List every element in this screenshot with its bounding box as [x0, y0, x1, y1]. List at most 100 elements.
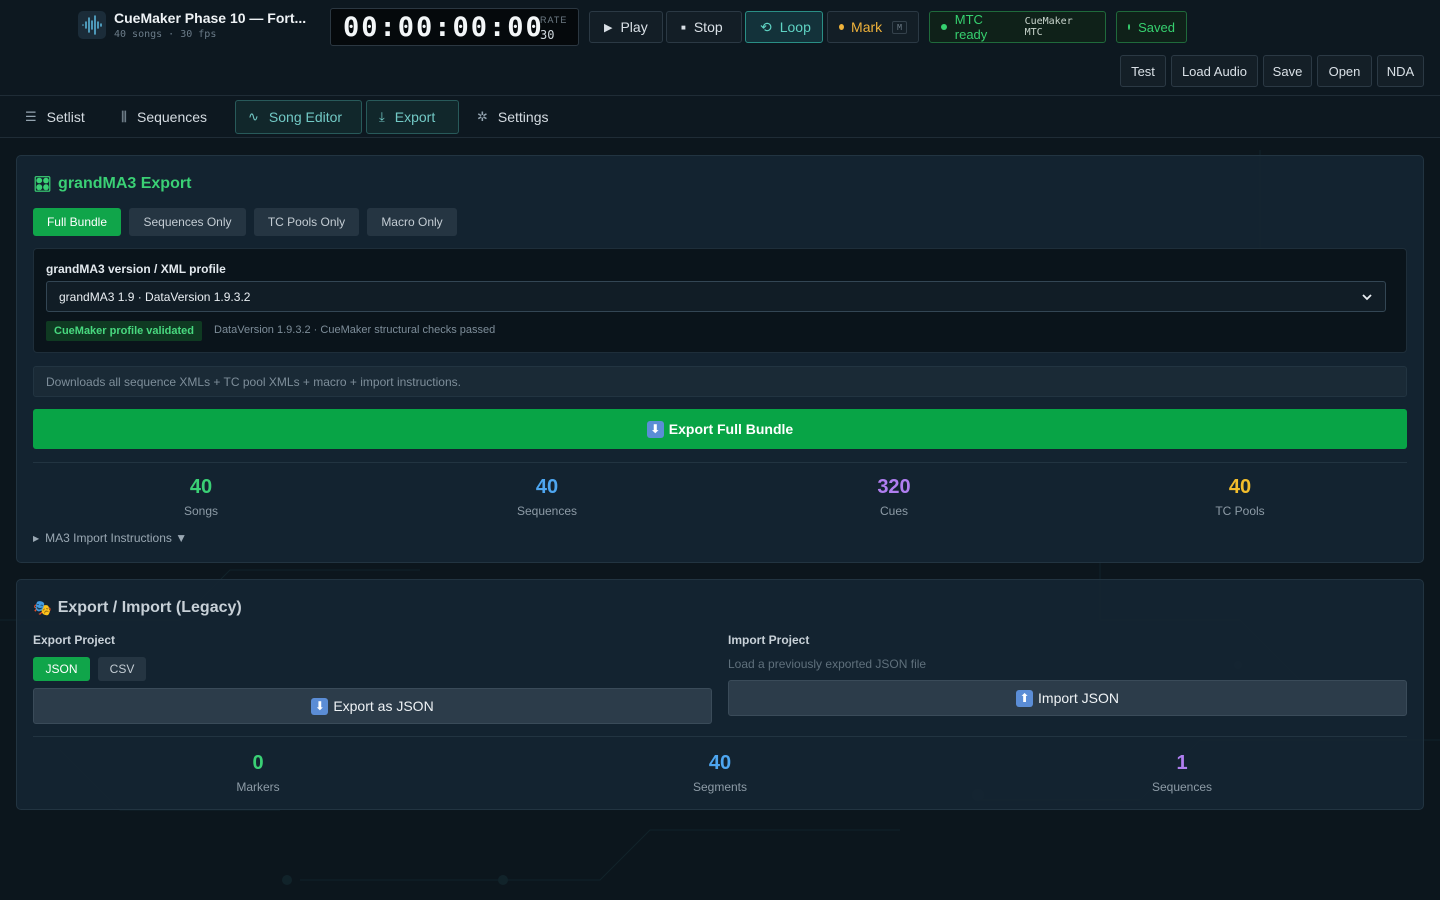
stat-tc-pools-label: TC Pools [1215, 504, 1265, 518]
import-json-label: Import JSON [1038, 690, 1119, 706]
profile-validated-badge: CueMaker profile validated [46, 321, 202, 341]
gear-icon: ✲ [477, 109, 488, 124]
stop-label: Stop [693, 19, 723, 35]
divider [33, 736, 1407, 737]
waveform-icon: ∿ [248, 109, 259, 124]
stat-markers-label: Markers [236, 780, 280, 794]
play-label: Play [620, 19, 648, 35]
tab-song-editor-label: Song Editor [268, 109, 343, 125]
up-arrow-icon: ⬆ [1016, 689, 1034, 707]
profile-validated-text: DataVersion 1.9.3.2 · CueMaker structura… [214, 324, 496, 336]
mode-tc-pools-only[interactable]: TC Pools Only [254, 208, 359, 236]
tab-settings[interactable]: ✲ Settings [465, 100, 561, 134]
stat-markers-value: 0 [252, 752, 264, 774]
mark-button[interactable]: Mark M [827, 11, 919, 43]
stat-segments-value: 40 [708, 752, 732, 774]
stat-sequences: 40 Sequences [447, 476, 647, 518]
import-hint: Load a previously exported JSON file [728, 657, 927, 671]
app-subtitle: 40 songs · 30 fps [114, 29, 217, 40]
stat-cues-label: Cues [879, 504, 908, 518]
stat-songs: 40 Songs [101, 476, 301, 518]
format-csv[interactable]: CSV [98, 657, 146, 681]
chevron-down-icon [1362, 293, 1372, 300]
mark-label: Mark [851, 19, 883, 35]
nda-button[interactable]: NDA [1377, 55, 1424, 87]
mode-sequences-only[interactable]: Sequences Only [129, 208, 246, 236]
export-full-bundle-label: Export Full Bundle [668, 421, 794, 437]
mark-dot-icon [839, 24, 845, 30]
import-json-button[interactable]: ⬆ Import JSON [728, 680, 1407, 716]
stat-markers: 0 Markers [158, 752, 358, 794]
tab-setlist[interactable]: ☰ Setlist [13, 100, 97, 134]
export-full-bundle-button[interactable]: ⬇ Export Full Bundle [33, 409, 1407, 449]
version-label: grandMA3 version / XML profile [46, 262, 226, 276]
timecode-value: 00:00:00:00 [343, 12, 544, 43]
legacy-title: 🎭 Export / Import (Legacy) [33, 599, 242, 617]
stat-segments-label: Segments [692, 780, 748, 794]
ma3-export-title: 🎛 grandMA3 Export [33, 175, 191, 193]
stat-songs-value: 40 [189, 476, 213, 498]
tab-setlist-label: Setlist [46, 109, 85, 125]
open-button[interactable]: Open [1317, 55, 1372, 87]
timecode-display: 00:00:00:00 RATE 30 [330, 8, 579, 46]
tab-settings-label: Settings [497, 109, 549, 125]
tab-export[interactable]: ⤓ Export [366, 100, 459, 134]
control-knobs-icon: 🎛 [33, 176, 53, 193]
down-arrow-icon: ⬇ [646, 420, 664, 438]
ma3-export-title-text: grandMA3 Export [58, 175, 192, 192]
mtc-status-badge: MTC ready CueMaker MTC [929, 11, 1106, 43]
stat-cues-value: 320 [877, 476, 911, 498]
stat-legacy-sequences-value: 1 [1176, 752, 1188, 774]
version-select[interactable]: grandMA3 1.9 · DataVersion 1.9.3.2 [46, 281, 1386, 312]
bundle-description: Downloads all sequence XMLs + TC pool XM… [33, 366, 1407, 397]
export-json-button[interactable]: ⬇ Export as JSON [33, 688, 712, 724]
top-bar: CueMaker Phase 10 — Fort... 40 songs · 3… [0, 0, 1440, 96]
legacy-export-import-panel: 🎭 Export / Import (Legacy) Export Projec… [16, 579, 1424, 810]
stop-icon: ■ [681, 22, 686, 32]
stat-sequences-label: Sequences [516, 504, 578, 518]
app-brand: CueMaker Phase 10 — Fort... 40 songs · 3… [78, 10, 306, 40]
stat-songs-label: Songs [183, 504, 219, 518]
stat-tc-pools: 40 TC Pools [1140, 476, 1340, 518]
mode-full-bundle[interactable]: Full Bundle [33, 208, 121, 236]
play-icon: ▶ [604, 21, 613, 34]
ma3-import-instructions-label: MA3 Import Instructions ▼ [45, 531, 188, 545]
tab-export-label: Export [394, 109, 436, 125]
export-json-label: Export as JSON [333, 698, 434, 714]
test-button[interactable]: Test [1120, 55, 1166, 87]
mark-shortcut: M [892, 20, 907, 34]
loop-button[interactable]: ⟲ Loop [745, 11, 823, 43]
stop-button[interactable]: ■ Stop [666, 11, 742, 43]
saved-status: Saved [1138, 19, 1175, 35]
stat-legacy-sequences: 1 Sequences [1082, 752, 1282, 794]
export-project-label: Export Project [33, 633, 116, 647]
format-json[interactable]: JSON [33, 657, 90, 681]
load-audio-button[interactable]: Load Audio [1171, 55, 1258, 87]
play-button[interactable]: ▶ Play [589, 11, 663, 43]
app-title: CueMaker Phase 10 — Fort... [114, 10, 307, 26]
tab-song-editor[interactable]: ∿ Song Editor [235, 100, 362, 134]
ma3-export-panel: 🎛 grandMA3 Export Full Bundle Sequences … [16, 155, 1424, 563]
ma3-import-instructions-toggle[interactable]: ▶ MA3 Import Instructions ▼ [33, 531, 187, 545]
columns-icon: ⫼ [121, 109, 127, 124]
rate-label: RATE [540, 15, 568, 25]
saved-status-badge: Saved [1116, 11, 1187, 43]
saved-dot-icon [1128, 24, 1131, 30]
stat-cues: 320 Cues [794, 476, 994, 518]
save-button[interactable]: Save [1263, 55, 1312, 87]
download-icon: ⤓ [379, 109, 385, 124]
mtc-status: MTC ready [954, 12, 988, 42]
down-arrow-icon: ⬇ [311, 697, 329, 715]
stat-segments: 40 Segments [620, 752, 820, 794]
mtc-device: CueMaker MTC [1024, 16, 1073, 38]
tab-sequences-label: Sequences [136, 109, 208, 125]
waveform-logo-icon [78, 11, 106, 39]
mode-macro-only[interactable]: Macro Only [367, 208, 457, 236]
theater-masks-icon: 🎭 [33, 600, 52, 617]
tab-sequences[interactable]: ⫼ Sequences [109, 100, 219, 134]
stat-sequences-value: 40 [535, 476, 559, 498]
list-icon: ☰ [25, 109, 37, 124]
mtc-dot-icon [941, 24, 947, 30]
divider [33, 462, 1407, 463]
main-nav: ☰ Setlist ⫼ Sequences ∿ Song Editor ⤓ Ex… [0, 96, 1440, 138]
